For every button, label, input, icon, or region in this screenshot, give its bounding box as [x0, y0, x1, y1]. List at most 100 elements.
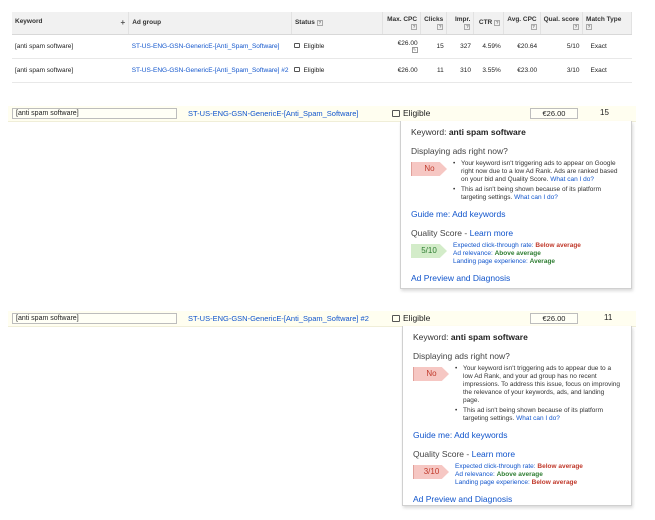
col-header-ad-group[interactable]: Ad group	[128, 12, 292, 35]
ctr-cell: 4.59%	[473, 34, 504, 59]
keyword-cell[interactable]: [anti spam software]	[12, 58, 129, 83]
avg-cpc-cell: €23.00	[503, 58, 541, 83]
learn-more-link[interactable]: Learn more	[470, 228, 513, 238]
table-header-row: Keyword + Ad group Status? Max. CPC? Cli…	[12, 12, 632, 35]
status-text: Eligible	[403, 108, 431, 118]
ad-group-link[interactable]: ST-US-ENG-GSN-GenericE-[Anti_Spam_Softwa…	[128, 34, 292, 59]
guide-add-keywords-link[interactable]: Guide me: Add keywords	[413, 430, 621, 440]
displaying-row: No Your keyword isn't triggering ads to …	[411, 160, 621, 202]
col-header-clicks[interactable]: Clicks?	[420, 12, 448, 35]
col-header-qual-score-label: Qual. score	[543, 15, 580, 23]
what-can-i-do-link[interactable]: What can I do?	[516, 415, 560, 422]
speech-bubble-icon[interactable]	[392, 315, 400, 323]
landing-page-value: Below average	[531, 479, 578, 486]
ad-relevance-line: Ad relevance: Above average	[453, 250, 621, 258]
expected-ctr-value: Below average	[535, 242, 581, 249]
col-header-match-type-label: Match Type	[586, 15, 622, 23]
speech-bubble-icon[interactable]	[294, 67, 301, 73]
col-header-max-cpc[interactable]: Max. CPC?	[382, 12, 422, 35]
keyword-value: anti spam software	[448, 127, 526, 137]
status-text: Eligible	[303, 42, 325, 50]
ad-group-link[interactable]: ST-US-ENG-GSN-GenericE-[Anti_Spam_Softwa…	[188, 109, 358, 118]
reason-list: Your keyword isn't triggering ads to app…	[455, 365, 621, 423]
quality-score-heading: Quality Score - Learn more	[413, 449, 621, 459]
help-icon[interactable]: ?	[586, 23, 593, 30]
qual-score-cell: 5/10	[540, 34, 583, 59]
match-type-cell: Exact	[582, 34, 632, 59]
help-icon[interactable]: ?	[494, 19, 501, 26]
col-header-avg-cpc[interactable]: Avg. CPC?	[503, 12, 541, 35]
col-header-match-type[interactable]: Match Type?	[582, 12, 632, 35]
landing-page-value: Average	[529, 258, 556, 265]
quality-score-row: 5/10 Expected click-through rate: Below …	[411, 242, 621, 266]
expected-ctr-label: Expected click-through rate:	[455, 463, 536, 470]
quality-score-badge: 3/10	[413, 465, 449, 479]
status-cell[interactable]: Eligible	[291, 34, 383, 59]
keyword-label: Keyword:	[411, 127, 447, 137]
col-header-ctr[interactable]: CTR?	[473, 12, 505, 35]
expected-ctr-line: Expected click-through rate: Below avera…	[453, 242, 621, 250]
col-header-status-label: Status	[294, 19, 315, 27]
status-cell[interactable]: Eligible	[392, 313, 430, 323]
max-cpc-cell[interactable]: €26.00 ✎	[382, 34, 421, 59]
plus-icon[interactable]: +	[121, 18, 126, 27]
what-can-i-do-link[interactable]: What can I do?	[514, 194, 558, 201]
help-icon[interactable]: ?	[411, 23, 418, 30]
keyword-field[interactable]: [anti spam software]	[12, 108, 177, 119]
keywords-table: Keyword + Ad group Status? Max. CPC? Cli…	[12, 12, 632, 83]
col-header-ad-group-label: Ad group	[132, 19, 162, 27]
ad-preview-link[interactable]: Ad Preview and Diagnosis	[413, 494, 621, 504]
help-icon[interactable]: ?	[464, 23, 471, 30]
ad-relevance-line: Ad relevance: Above average	[455, 471, 621, 479]
max-cpc-field[interactable]: €26.00	[530, 313, 578, 324]
landing-page-label: Landing page experience:	[453, 258, 528, 265]
ad-relevance-label: Ad relevance:	[455, 471, 495, 478]
help-icon[interactable]: ?	[437, 23, 444, 30]
speech-bubble-icon[interactable]	[294, 43, 301, 49]
help-icon[interactable]: ?	[573, 23, 580, 30]
avg-cpc-cell: €20.64	[503, 34, 541, 59]
max-cpc-cell[interactable]: €26.00	[382, 58, 421, 83]
col-header-ctr-label: CTR	[478, 19, 493, 27]
col-header-impr-label: Impr.	[454, 15, 471, 23]
landing-page-label: Landing page experience:	[455, 479, 530, 486]
diagnosis-popup-2: Keyword: anti spam software Displaying a…	[402, 326, 632, 506]
col-header-keyword[interactable]: Keyword +	[12, 12, 130, 35]
status-cell[interactable]: Eligible	[291, 58, 383, 83]
col-header-impr[interactable]: Impr.?	[446, 12, 475, 35]
qual-score-cell: 3/10	[540, 58, 583, 83]
edit-icon[interactable]: ✎	[411, 46, 418, 53]
help-icon[interactable]: ?	[530, 23, 537, 30]
list-item: This ad isn't being shown because of its…	[453, 186, 621, 202]
keyword-field[interactable]: [anti spam software]	[12, 313, 177, 324]
landing-page-line: Landing page experience: Average	[453, 258, 621, 266]
col-header-max-cpc-label: Max. CPC	[387, 15, 418, 23]
keyword-cell[interactable]: [anti spam software]	[12, 34, 129, 59]
col-header-qual-score[interactable]: Qual. score?	[540, 12, 584, 35]
col-header-avg-cpc-label: Avg. CPC	[507, 15, 537, 23]
speech-bubble-icon[interactable]	[392, 110, 400, 118]
displaying-row: No Your keyword isn't triggering ads to …	[413, 365, 621, 423]
learn-more-link[interactable]: Learn more	[472, 449, 515, 459]
list-item: Your keyword isn't triggering ads to app…	[455, 365, 621, 405]
guide-add-keywords-link[interactable]: Guide me: Add keywords	[411, 209, 621, 219]
status-cell[interactable]: Eligible	[392, 108, 430, 118]
expected-ctr-label: Expected click-through rate:	[453, 242, 534, 249]
col-header-status[interactable]: Status?	[291, 12, 384, 35]
ad-group-link[interactable]: ST-US-ENG-GSN-GenericE-[Anti_Spam_Softwa…	[188, 314, 369, 323]
ad-relevance-label: Ad relevance:	[453, 250, 493, 257]
quality-score-badge: 5/10	[411, 244, 447, 258]
ad-relevance-value: Above average	[494, 250, 541, 257]
landing-page-line: Landing page experience: Below average	[455, 479, 621, 487]
quality-score-details: Expected click-through rate: Below avera…	[455, 463, 621, 487]
help-icon[interactable]: ?	[316, 19, 323, 26]
ad-group-link[interactable]: ST-US-ENG-GSN-GenericE-[Anti_Spam_Softwa…	[128, 58, 292, 83]
displaying-heading: Displaying ads right now?	[411, 146, 508, 156]
table-row[interactable]: [anti spam software] ST-US-ENG-GSN-Gener…	[12, 34, 632, 59]
table-row[interactable]: [anti spam software] ST-US-ENG-GSN-Gener…	[12, 58, 632, 83]
ad-preview-link[interactable]: Ad Preview and Diagnosis	[411, 273, 621, 283]
max-cpc-field[interactable]: €26.00	[530, 108, 578, 119]
what-can-i-do-link[interactable]: What can I do?	[550, 176, 594, 183]
quality-score-row: 3/10 Expected click-through rate: Below …	[413, 463, 621, 487]
clicks-cell: 11	[420, 58, 447, 83]
